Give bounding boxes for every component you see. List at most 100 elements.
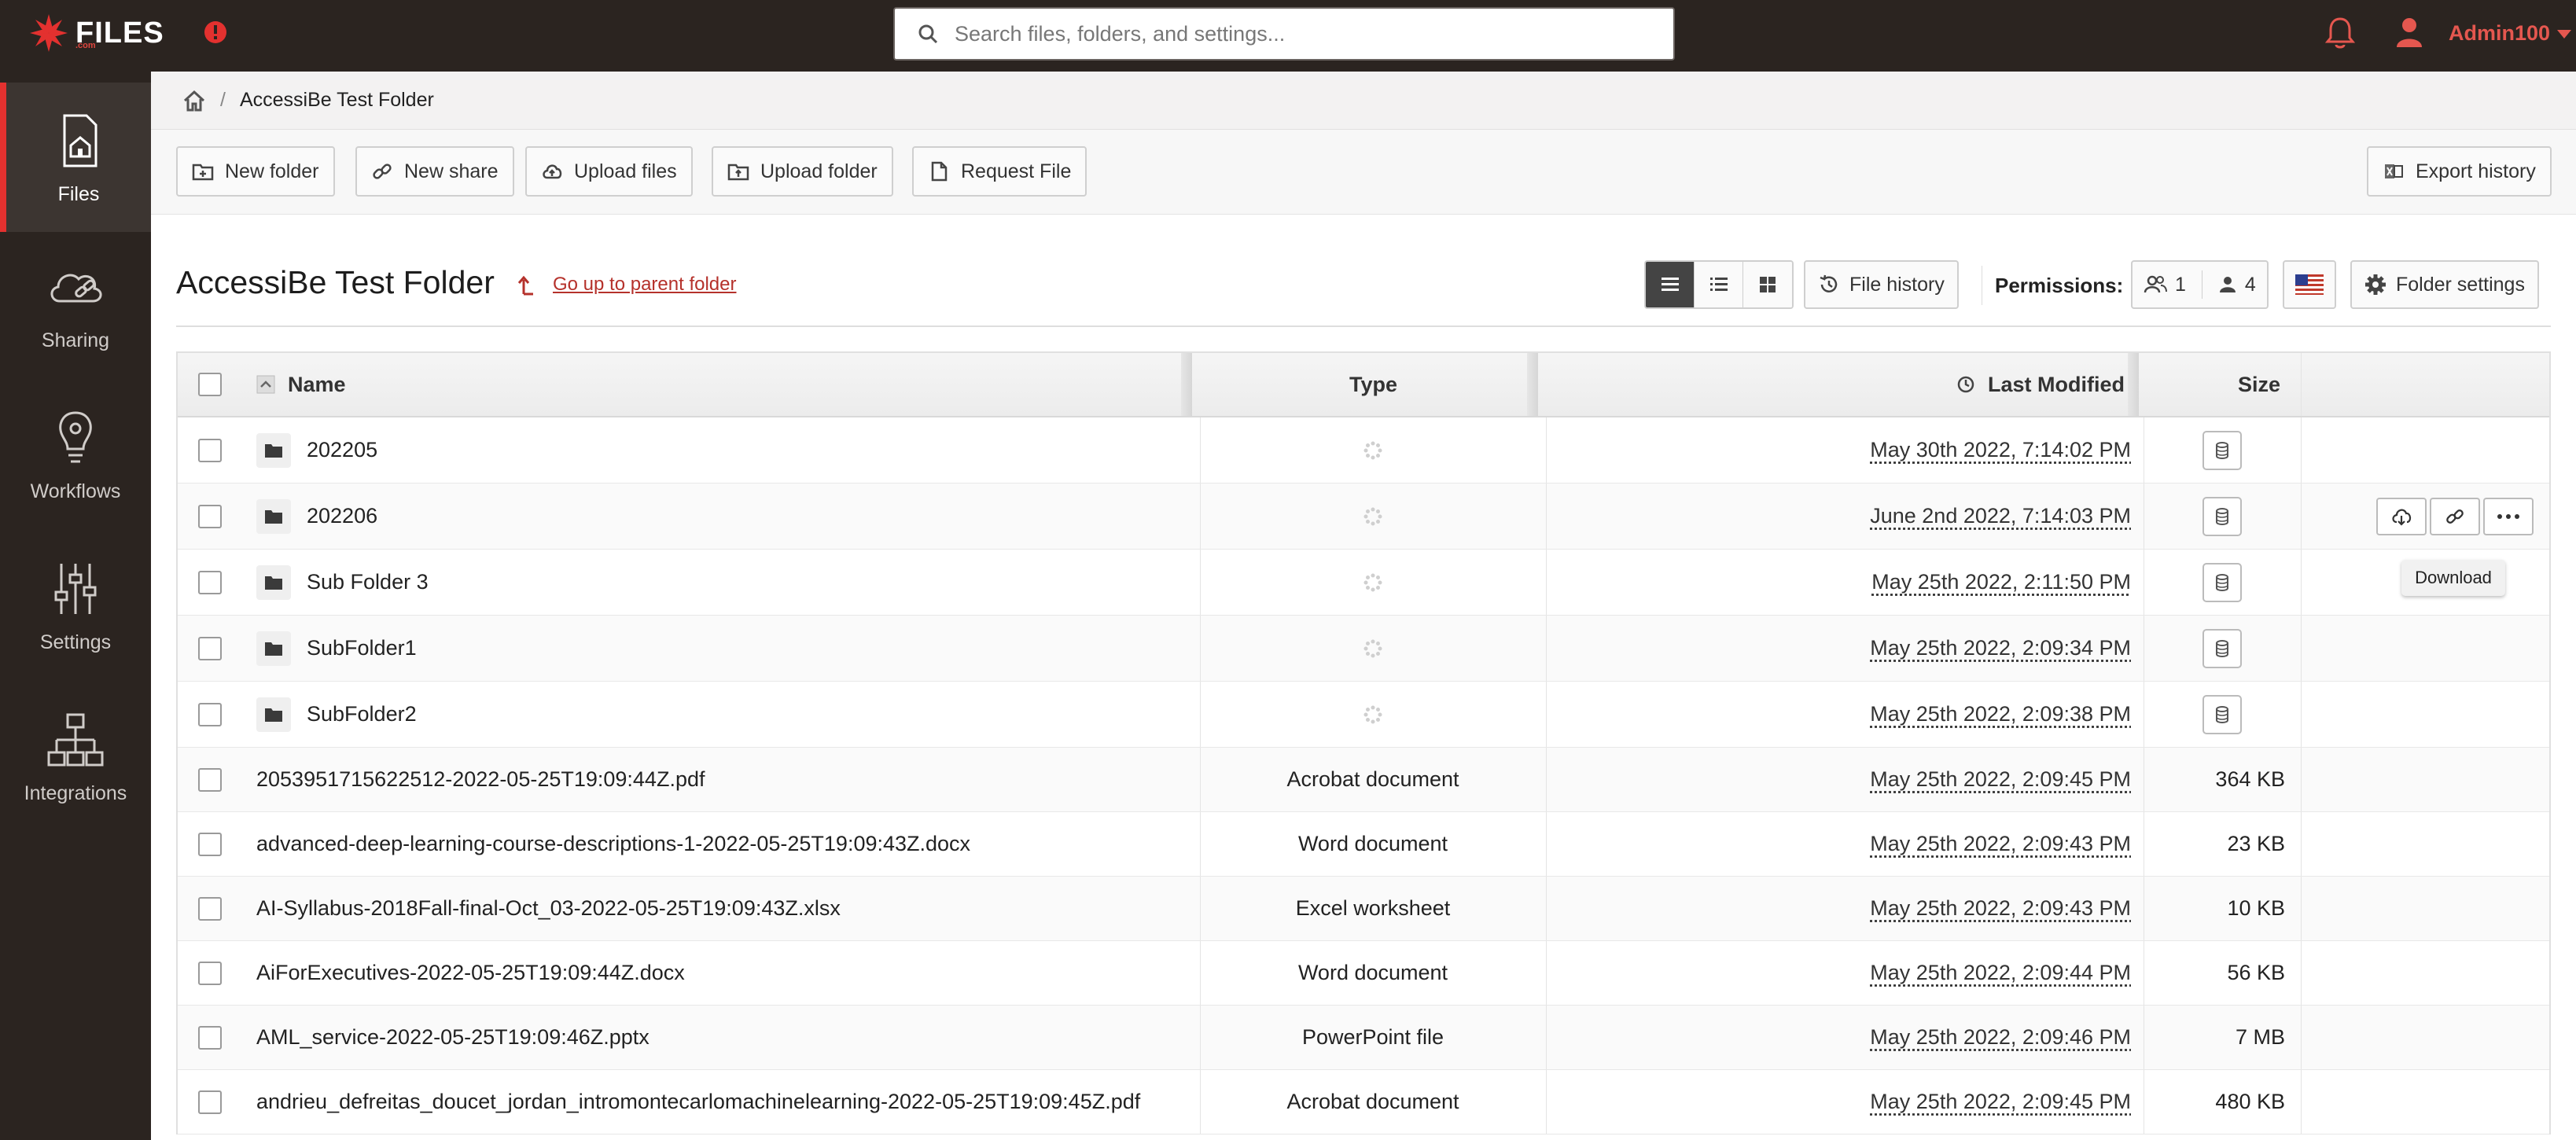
file-row[interactable]: 2053951715622512-2022-05-25T19:09:44Z.pd… (178, 748, 2549, 812)
username-menu[interactable]: Admin100 (2449, 21, 2550, 46)
upload-files-button[interactable]: Upload files (525, 146, 693, 197)
item-name[interactable]: AI-Syllabus-2018Fall-final-Oct_03-2022-0… (256, 896, 841, 921)
name-cell[interactable]: 202205 (256, 417, 377, 483)
name-cell[interactable]: 2053951715622512-2022-05-25T19:09:44Z.pd… (256, 748, 705, 811)
calculate-size-button[interactable] (2202, 694, 2242, 734)
row-checkbox[interactable] (198, 702, 222, 726)
file-row[interactable]: AiForExecutives-2022-05-25T19:09:44Z.doc… (178, 941, 2549, 1006)
sidebar-item-label: Settings (39, 631, 112, 653)
name-cell[interactable]: 202206 (256, 484, 377, 549)
search-input[interactable] (955, 21, 1647, 46)
file-row[interactable]: advanced-deep-learning-course-descriptio… (178, 812, 2549, 877)
type-cell (1200, 417, 1546, 483)
item-modified-date: June 2nd 2022, 7:14:03 PM (1870, 504, 2131, 528)
name-cell[interactable]: AiForExecutives-2022-05-25T19:09:44Z.doc… (256, 941, 685, 1005)
folder-row[interactable]: SubFolder1 May 25th 2022, 2:09:34 PM (178, 616, 2549, 682)
view-grid-button[interactable] (1743, 262, 1792, 307)
permissions-button[interactable]: 1 4 (2131, 260, 2269, 309)
item-name[interactable]: advanced-deep-learning-course-descriptio… (256, 832, 970, 856)
home-icon[interactable] (182, 90, 206, 112)
calculate-size-button[interactable] (2202, 562, 2242, 602)
row-checkbox[interactable] (198, 1090, 222, 1114)
name-cell[interactable]: AML_service-2022-05-25T19:09:46Z.pptx (256, 1006, 650, 1069)
name-cell[interactable]: SubFolder2 (256, 682, 417, 747)
parent-folder-link[interactable]: Go up to parent folder (553, 274, 736, 296)
file-history-button[interactable]: File history (1804, 260, 1959, 309)
language-flag-button[interactable] (2283, 260, 2336, 309)
column-resizer[interactable] (1181, 353, 1192, 416)
item-name[interactable]: SubFolder2 (307, 702, 417, 726)
folder-row[interactable]: SubFolder2 May 25th 2022, 2:09:38 PM (178, 682, 2549, 748)
row-checkbox[interactable] (198, 438, 222, 462)
item-name[interactable]: 202206 (307, 504, 377, 528)
item-name[interactable]: AiForExecutives-2022-05-25T19:09:44Z.doc… (256, 961, 685, 985)
name-cell[interactable]: andrieu_defreitas_doucet_jordan_intromon… (256, 1070, 1140, 1134)
name-cell[interactable]: advanced-deep-learning-course-descriptio… (256, 812, 970, 876)
chevron-down-icon[interactable] (2557, 30, 2571, 39)
size-column-header[interactable]: Size (2238, 353, 2280, 416)
notifications-bell-icon[interactable] (2324, 16, 2356, 50)
modified-column-header[interactable]: Last Modified (1956, 353, 2125, 416)
upload-folder-button[interactable]: Upload folder (712, 146, 893, 197)
row-checkbox[interactable] (198, 570, 222, 594)
calculate-size-button[interactable] (2202, 496, 2242, 536)
calculate-size-button[interactable] (2202, 628, 2242, 668)
arrow-up-icon[interactable] (517, 274, 535, 296)
row-checkbox[interactable] (198, 896, 222, 921)
calculate-size-button[interactable] (2202, 430, 2242, 470)
folder-row[interactable]: 202206 June 2nd 2022, 7:14:03 PM (178, 484, 2549, 550)
column-resizer[interactable] (2128, 353, 2139, 416)
sidebar-item-integrations[interactable]: Integrations (0, 682, 151, 831)
global-search[interactable] (893, 7, 1675, 61)
item-name[interactable]: SubFolder1 (307, 636, 417, 660)
sidebar-item-sharing[interactable]: Sharing (0, 229, 151, 378)
sidebar-item-workflows[interactable]: Workflows (0, 380, 151, 529)
download-button[interactable] (2376, 498, 2427, 535)
folder-settings-button[interactable]: Folder settings (2350, 260, 2539, 309)
file-row[interactable]: AI-Syllabus-2018Fall-final-Oct_03-2022-0… (178, 877, 2549, 941)
row-checkbox[interactable] (198, 504, 222, 528)
type-column-header[interactable]: Type (1349, 353, 1397, 416)
share-link-button[interactable] (2430, 498, 2480, 535)
export-history-button[interactable]: Export history (2367, 146, 2552, 197)
size-cell: 480 KB (2144, 1070, 2285, 1134)
size-cell (2144, 417, 2301, 483)
view-compact-button[interactable] (1695, 262, 1743, 307)
item-name[interactable]: 2053951715622512-2022-05-25T19:09:44Z.pd… (256, 767, 705, 792)
row-checkbox[interactable] (198, 636, 222, 660)
modified-cell: May 30th 2022, 7:14:02 PM (1546, 417, 2131, 483)
info-icon[interactable] (203, 20, 228, 45)
row-checkbox[interactable] (198, 767, 222, 792)
new-share-button[interactable]: New share (355, 146, 514, 197)
file-row[interactable]: AML_service-2022-05-25T19:09:46Z.pptx Pow… (178, 1006, 2549, 1070)
row-checkbox[interactable] (198, 832, 222, 856)
folder-row[interactable]: Sub Folder 3 May 25th 2022, 2:11:50 PM (178, 550, 2549, 616)
view-list-button[interactable] (1646, 262, 1695, 307)
select-all-checkbox[interactable] (198, 373, 222, 396)
name-column-header[interactable]: Name (256, 353, 346, 416)
sidebar-item-files[interactable]: Files (0, 83, 151, 232)
file-row[interactable]: andrieu_defreitas_doucet_jordan_intromon… (178, 1070, 2549, 1134)
name-cell[interactable]: SubFolder1 (256, 616, 417, 681)
item-name[interactable]: 202205 (307, 438, 377, 462)
item-name[interactable]: AML_service-2022-05-25T19:09:46Z.pptx (256, 1025, 650, 1050)
item-name[interactable]: andrieu_defreitas_doucet_jordan_intromon… (256, 1090, 1140, 1114)
row-checkbox[interactable] (198, 961, 222, 985)
sidebar-item-label: Integrations (24, 781, 127, 804)
column-resizer[interactable] (1527, 353, 1538, 416)
type-cell: Excel worksheet (1200, 877, 1546, 940)
new-folder-button[interactable]: New folder (176, 146, 335, 197)
request-file-button[interactable]: Request File (912, 146, 1087, 197)
item-modified-date: May 25th 2022, 2:09:43 PM (1870, 896, 2131, 920)
user-avatar-icon[interactable] (2395, 16, 2423, 49)
name-cell[interactable]: Sub Folder 3 (256, 550, 429, 615)
folder-row[interactable]: 202205 May 30th 2022, 7:14:02 PM (178, 417, 2549, 484)
more-actions-button[interactable] (2483, 498, 2534, 535)
calculate-size-icon (2216, 507, 2228, 525)
item-name[interactable]: Sub Folder 3 (307, 570, 429, 594)
files-logo[interactable]: FILES (28, 11, 164, 55)
row-checkbox[interactable] (198, 1025, 222, 1050)
name-cell[interactable]: AI-Syllabus-2018Fall-final-Oct_03-2022-0… (256, 877, 841, 940)
item-modified-date: May 25th 2022, 2:11:50 PM (1871, 570, 2131, 594)
sidebar-item-settings[interactable]: Settings (0, 531, 151, 680)
